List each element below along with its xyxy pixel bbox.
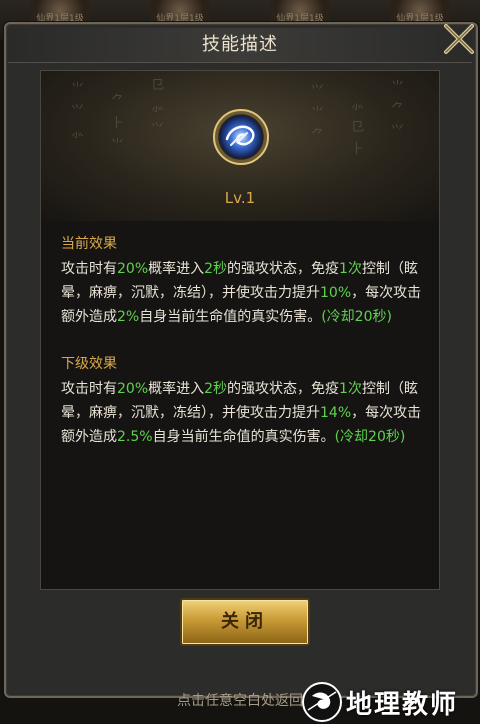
script-decoration: ⺗⺋⺊ bbox=[351, 98, 365, 157]
effect-text-segment: 2% bbox=[117, 309, 140, 325]
effect-text-segment: 概率进入 bbox=[148, 381, 205, 397]
dialog-title-bar: 技能描述 bbox=[8, 28, 472, 63]
script-decoration: ⺍⺌⺈ bbox=[311, 84, 325, 143]
dialog-title: 技能描述 bbox=[202, 34, 278, 55]
skill-content: ⺌⺍⺗ ⺈⺊⺌ ⺋⺗⺍ ⺍⺌⺈ ⺗⺋⺊ ⺌⺈⺍ Lv.1 当前效果 攻击时有20… bbox=[40, 70, 440, 590]
skill-level: Lv.1 bbox=[224, 189, 256, 207]
script-decoration: ⺈⺊⺌ bbox=[111, 94, 125, 153]
close-button[interactable]: 关闭 bbox=[180, 598, 310, 646]
effect-text-segment: 20% bbox=[117, 381, 149, 397]
script-decoration: ⺌⺍⺗ bbox=[71, 82, 85, 141]
lightning-swirl-icon bbox=[213, 109, 269, 165]
effect-text-segment: (冷却20秒) bbox=[321, 309, 392, 325]
current-effect-section: 当前效果 攻击时有20%概率进入2秒的强攻状态，免疫1次控制（眩晕，麻痹，沉默，… bbox=[61, 233, 429, 329]
effect-text-segment: 攻击时有 bbox=[61, 261, 117, 277]
next-effect-text: 攻击时有20%概率进入2秒的强攻状态，免疫1次控制（眩晕，麻痹，沉默，冻结），并… bbox=[61, 377, 429, 449]
skill-header: ⺌⺍⺗ ⺈⺊⺌ ⺋⺗⺍ ⺍⺌⺈ ⺗⺋⺊ ⺌⺈⺍ Lv.1 bbox=[41, 71, 439, 221]
next-effect-section: 下级效果 攻击时有20%概率进入2秒的强攻状态，免疫1次控制（眩晕，麻痹，沉默，… bbox=[61, 353, 429, 449]
effect-text-segment: 攻击时有 bbox=[61, 381, 117, 397]
globe-logo-icon bbox=[302, 682, 342, 722]
current-effect-title: 当前效果 bbox=[61, 236, 117, 252]
effect-text-segment: 的强攻状态，免疫 bbox=[227, 381, 340, 397]
watermark-text: 地理教师 bbox=[346, 690, 459, 720]
effect-text-segment: 自身当前生命值的真实伤害。 bbox=[152, 429, 335, 445]
effect-text-segment: 自身当前生命值的真实伤害。 bbox=[139, 309, 322, 325]
effect-text-segment: 2.5% bbox=[117, 429, 153, 445]
next-effect-title: 下级效果 bbox=[61, 356, 117, 372]
skill-dialog: 技能描述 ⺌⺍⺗ ⺈⺊⺌ ⺋⺗⺍ ⺍⺌⺈ ⺗⺋⺊ ⺌⺈⺍ Lv.1 当前效果 攻… bbox=[4, 22, 478, 698]
current-effect-text: 攻击时有20%概率进入2秒的强攻状态，免疫1次控制（眩晕，麻痹，沉默，冻结），并… bbox=[61, 257, 429, 329]
watermark: 地理教师 bbox=[300, 680, 480, 724]
effect-text-segment: 10% bbox=[320, 285, 352, 301]
effect-text-segment: (冷却20秒) bbox=[334, 429, 406, 445]
close-x-icon[interactable] bbox=[438, 18, 480, 60]
script-decoration: ⺋⺗⺍ bbox=[151, 78, 165, 137]
effect-text-segment: 2秒 bbox=[204, 381, 228, 397]
effect-text-segment: 概率进入 bbox=[148, 261, 205, 277]
effect-text-segment: 的强攻状态，免疫 bbox=[227, 261, 340, 277]
effect-text-segment: 20% bbox=[117, 261, 149, 277]
effect-text-segment: 1次 bbox=[339, 381, 362, 397]
effect-text-segment: 2秒 bbox=[204, 261, 228, 277]
script-decoration: ⺌⺈⺍ bbox=[391, 80, 405, 139]
effect-text-segment: 14% bbox=[320, 405, 352, 421]
effect-text-segment: 1次 bbox=[339, 261, 362, 277]
